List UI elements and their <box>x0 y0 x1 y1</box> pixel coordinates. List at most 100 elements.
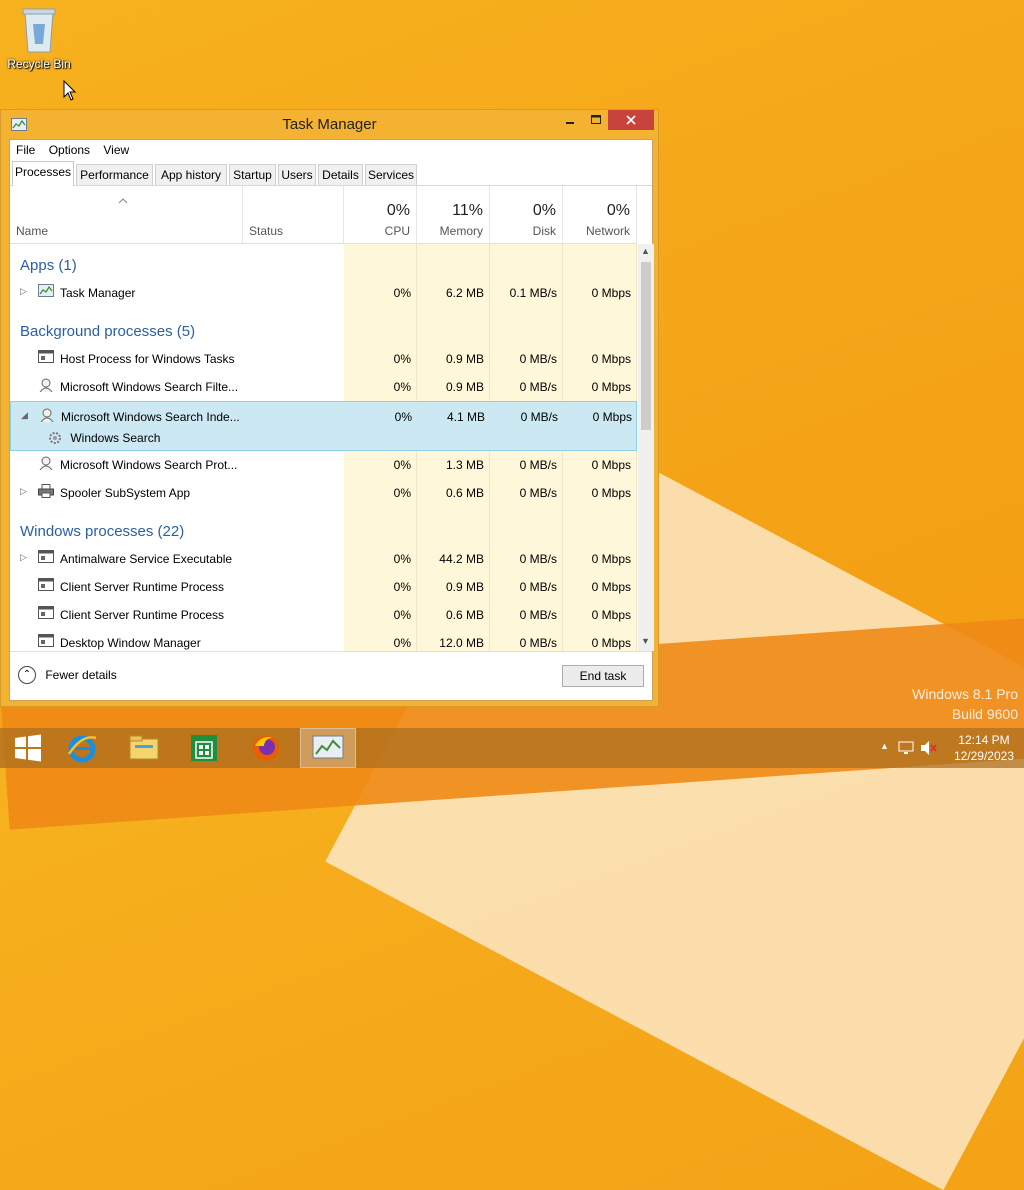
cpu-value: 0% <box>393 380 411 394</box>
table-row[interactable]: ▷ Task Manager 0% 6.2 MB 0.1 MB/s 0 Mbps <box>10 278 637 306</box>
expand-arrow-icon[interactable]: ▷ <box>20 286 27 297</box>
minimize-button[interactable] <box>557 110 583 130</box>
column-disk-label: Disk <box>532 224 556 238</box>
process-name: Microsoft Windows Search Filte... <box>60 380 239 394</box>
disk-total: 0% <box>532 202 556 219</box>
task-manager-taskbar-button[interactable] <box>300 728 356 768</box>
process-list: Apps (1) ▷ Task Manager 0% 6.2 MB 0.1 MB… <box>10 244 637 651</box>
firefox-icon <box>253 735 279 761</box>
table-row[interactable]: ▷ Spooler SubSystem App 0% 0.6 MB 0 MB/s… <box>10 478 637 506</box>
scrollbar-thumb[interactable] <box>641 262 651 430</box>
table-row[interactable]: Microsoft Windows Search Filte... 0% 0.9… <box>10 372 637 400</box>
service-row[interactable]: Windows Search <box>47 430 160 446</box>
file-explorer-button[interactable] <box>116 728 172 768</box>
column-disk[interactable]: 0% Disk <box>490 186 563 244</box>
group-apps[interactable]: Apps (1) <box>20 257 77 274</box>
network-icon[interactable] <box>898 740 914 756</box>
scroll-up-icon[interactable]: ▲ <box>641 246 650 256</box>
menu-options[interactable]: Options <box>49 140 90 160</box>
tab-services[interactable]: Services <box>365 164 417 185</box>
tab-users[interactable]: Users <box>278 164 316 185</box>
network-value: 0 Mbps <box>591 380 631 394</box>
group-background-processes[interactable]: Background processes (5) <box>20 323 195 340</box>
chevron-up-icon: ⌃ <box>18 666 36 684</box>
printer-icon <box>38 484 54 498</box>
selected-process-group[interactable]: ◢ Microsoft Windows Search Inde... 0% 4.… <box>10 401 637 451</box>
firefox-button[interactable] <box>238 728 294 768</box>
gear-icon <box>49 432 61 444</box>
network-value: 0 Mbps <box>591 636 631 650</box>
network-value: 0 Mbps <box>591 552 631 566</box>
fewer-details-button[interactable]: ⌃ Fewer details <box>18 666 117 684</box>
network-total: 0% <box>606 202 630 219</box>
disk-value: 0 MB/s <box>519 580 557 594</box>
start-button[interactable] <box>0 728 56 768</box>
group-windows-processes[interactable]: Windows processes (22) <box>20 523 184 540</box>
table-row[interactable]: Host Process for Windows Tasks 0% 0.9 MB… <box>10 344 637 372</box>
expand-arrow-icon[interactable]: ▷ <box>20 552 27 563</box>
collapse-arrow-icon[interactable]: ◢ <box>21 410 28 421</box>
disk-value: 0 MB/s <box>519 380 557 394</box>
show-hidden-icons-icon[interactable]: ▲ <box>880 741 889 751</box>
column-network[interactable]: 0% Network <box>563 186 637 244</box>
internet-explorer-button[interactable] <box>54 728 110 768</box>
disk-value: 0 MB/s <box>519 636 557 650</box>
network-value: 0 Mbps <box>591 580 631 594</box>
window-process-icon <box>38 634 54 647</box>
process-name: Client Server Runtime Process <box>60 608 225 622</box>
column-cpu-label: CPU <box>384 224 410 238</box>
column-memory[interactable]: 11% Memory <box>417 186 490 244</box>
table-row[interactable]: Desktop Window Manager 0% 12.0 MB 0 MB/s… <box>10 628 637 651</box>
column-status[interactable]: Status <box>243 186 344 244</box>
recycle-bin-shortcut[interactable]: Recycle Bin <box>6 6 72 71</box>
close-button[interactable] <box>608 110 654 130</box>
cpu-value: 0% <box>393 608 411 622</box>
clock-time: 12:14 PM <box>958 733 1010 747</box>
window-process-icon <box>38 350 54 363</box>
memory-value: 44.2 MB <box>439 552 484 566</box>
column-cpu[interactable]: 0% CPU <box>344 186 417 244</box>
title-bar[interactable]: Task Manager <box>1 110 658 138</box>
recycle-bin-label: Recycle Bin <box>7 57 71 71</box>
table-row[interactable]: Client Server Runtime Process 0% 0.6 MB … <box>10 600 637 628</box>
table-row[interactable]: Microsoft Windows Search Prot... 0% 1.3 … <box>10 450 637 478</box>
table-row[interactable]: Client Server Runtime Process 0% 0.9 MB … <box>10 572 637 600</box>
menu-view[interactable]: View <box>103 140 129 160</box>
menu-file[interactable]: File <box>16 140 35 160</box>
clock-date: 12/29/2023 <box>953 749 1014 763</box>
expand-arrow-icon[interactable]: ▷ <box>20 486 27 497</box>
memory-value: 6.2 MB <box>445 286 484 300</box>
window-process-icon <box>38 578 54 591</box>
column-status-label: Status <box>249 224 284 238</box>
maximize-button[interactable] <box>583 110 609 130</box>
store-button[interactable] <box>176 728 232 768</box>
column-name[interactable]: Name <box>10 186 243 244</box>
disk-value: 0 MB/s <box>519 486 557 500</box>
cpu-value: 0% <box>393 636 411 650</box>
watermark-build: Build 9600 <box>951 706 1018 722</box>
vertical-scrollbar[interactable]: ▲ ▼ <box>638 244 654 651</box>
disk-value: 0 MB/s <box>520 410 558 424</box>
table-row[interactable]: ◢ Microsoft Windows Search Inde... 0% 4.… <box>11 402 636 430</box>
process-name: Microsoft Windows Search Prot... <box>60 458 238 472</box>
disk-value: 0 MB/s <box>519 608 557 622</box>
process-name: Antimalware Service Executable <box>60 552 233 566</box>
table-row[interactable]: ▷ Antimalware Service Executable 0% 44.2… <box>10 544 637 572</box>
memory-value: 0.9 MB <box>445 580 484 594</box>
search-person-icon <box>39 456 53 470</box>
tab-details[interactable]: Details <box>318 164 363 185</box>
disk-value: 0.1 MB/s <box>509 286 557 300</box>
cpu-value: 0% <box>393 486 411 500</box>
cpu-value: 0% <box>393 580 411 594</box>
speaker-muted-icon[interactable] <box>920 740 938 756</box>
tab-performance[interactable]: Performance <box>76 164 153 185</box>
end-task-button[interactable]: End task <box>562 665 644 687</box>
clock[interactable]: 12:14 PM 12/29/2023 <box>954 732 1014 764</box>
recycle-bin-icon <box>22 8 56 53</box>
tab-app-history[interactable]: App history <box>155 164 227 185</box>
tab-startup[interactable]: Startup <box>229 164 276 185</box>
taskbar: ▲ 12:14 PM 12/29/2023 <box>0 728 1024 768</box>
tab-processes[interactable]: Processes <box>12 161 74 186</box>
scroll-down-icon[interactable]: ▼ <box>641 636 650 646</box>
process-name: Host Process for Windows Tasks <box>60 352 235 366</box>
